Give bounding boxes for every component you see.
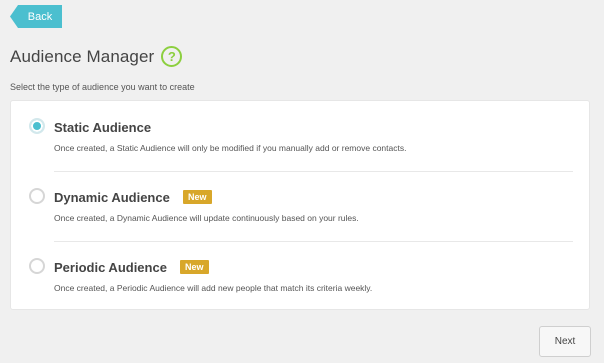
option-name: Dynamic Audience	[54, 190, 170, 205]
radio-static-audience[interactable]	[29, 118, 45, 134]
option-periodic-audience[interactable]: Periodic Audience New Once created, a Pe…	[11, 242, 589, 311]
radio-periodic-audience[interactable]	[29, 258, 45, 274]
help-icon[interactable]: ?	[161, 46, 183, 67]
back-button[interactable]: Back	[10, 5, 62, 28]
option-static-audience[interactable]: Static Audience Once created, a Static A…	[11, 101, 589, 171]
option-description: Once created, a Static Audience will onl…	[54, 143, 407, 153]
option-dynamic-audience[interactable]: Dynamic Audience New Once created, a Dyn…	[11, 172, 589, 241]
audience-manager-page: Back Audience Manager ? Select the type …	[0, 0, 604, 363]
option-name: Periodic Audience	[54, 260, 167, 275]
radio-dynamic-audience[interactable]	[29, 188, 45, 204]
new-badge: New	[183, 190, 212, 204]
option-description: Once created, a Periodic Audience will a…	[54, 283, 373, 293]
option-name: Static Audience	[54, 120, 152, 135]
next-button[interactable]: Next	[539, 326, 591, 357]
page-subtitle: Select the type of audience you want to …	[10, 82, 195, 92]
page-title: Audience Manager	[10, 46, 155, 66]
audience-type-card: Static Audience Once created, a Static A…	[10, 100, 590, 310]
option-description: Once created, a Dynamic Audience will up…	[54, 213, 359, 223]
new-badge: New	[180, 260, 209, 274]
title-row: Audience Manager ?	[10, 46, 183, 67]
